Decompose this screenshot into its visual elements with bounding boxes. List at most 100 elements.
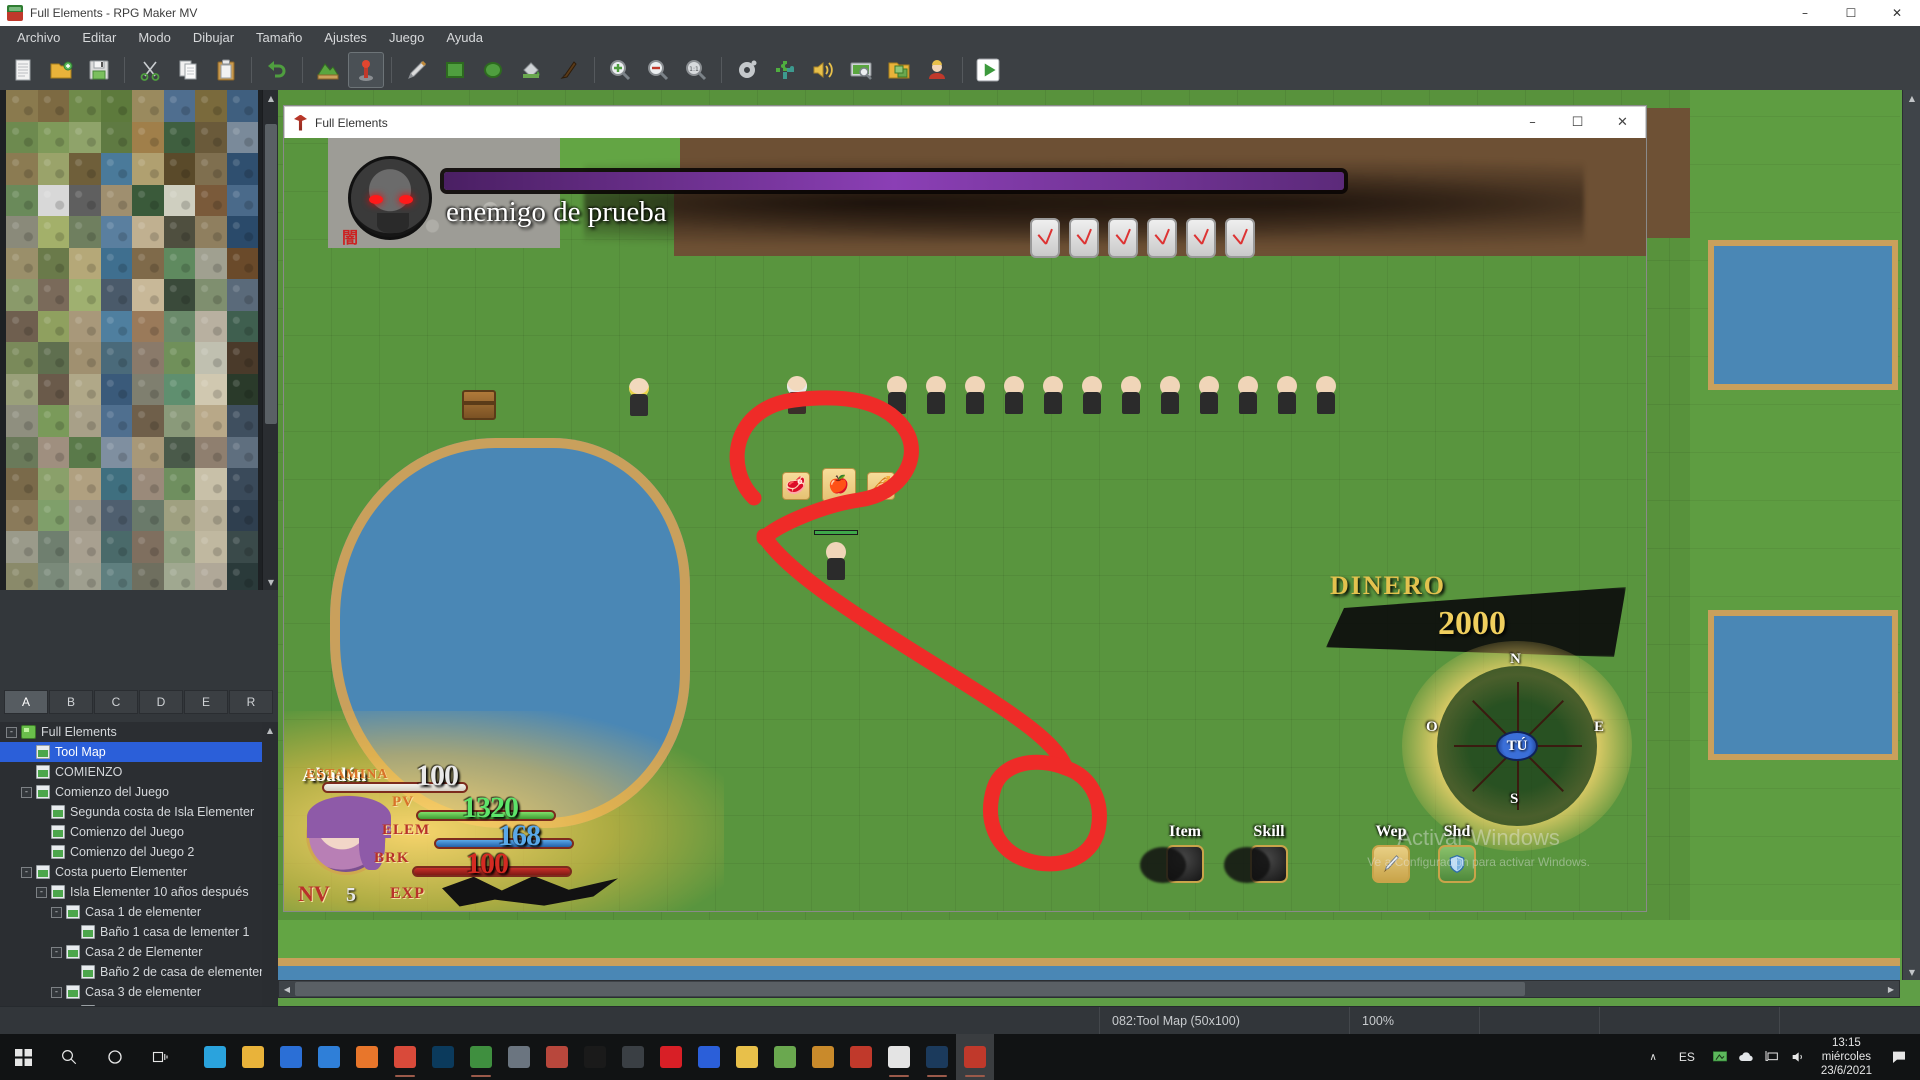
character-generator-icon[interactable]: [919, 52, 955, 88]
tileset-cell[interactable]: [69, 216, 101, 248]
enemy-field-sprite[interactable]: [1040, 376, 1066, 414]
tileset-cell[interactable]: [37, 90, 69, 122]
tileset-cell[interactable]: [163, 279, 195, 311]
tileset-cell[interactable]: [6, 121, 38, 153]
tileset-cell[interactable]: [195, 342, 227, 374]
photoshop-taskbar-icon[interactable]: [424, 1034, 462, 1080]
shadow-pen-icon[interactable]: [551, 52, 587, 88]
tileset-cell[interactable]: [100, 405, 132, 437]
tileset-cell[interactable]: [163, 405, 195, 437]
editor-scroll-up-icon[interactable]: ▲: [1903, 90, 1920, 106]
tileset-cell[interactable]: [163, 342, 195, 374]
tileset-cell[interactable]: [132, 153, 164, 185]
zoom-in-icon[interactable]: [602, 52, 638, 88]
tileset-palette[interactable]: ▲ ▼: [0, 90, 278, 590]
tileset-cell[interactable]: [195, 373, 227, 405]
cut-icon[interactable]: [132, 52, 168, 88]
tileset-cell[interactable]: [226, 310, 258, 342]
display-tray-icon[interactable]: [1759, 1034, 1785, 1080]
game-maximize-button[interactable]: ☐: [1555, 107, 1600, 138]
tileset-cell[interactable]: [69, 310, 101, 342]
game-playtest-window[interactable]: Full Elements – ☐ ✕ 闇 enemigo de prueba: [284, 106, 1646, 911]
enemy-field-sprite[interactable]: [884, 376, 910, 414]
menu-modo[interactable]: Modo: [127, 27, 182, 48]
tileset-cell[interactable]: [100, 153, 132, 185]
editor-vertical-scrollbar[interactable]: ▲ ▼: [1902, 90, 1920, 980]
playtest-icon[interactable]: [970, 52, 1006, 88]
tileset-tab-b[interactable]: B: [49, 690, 93, 714]
sound-test-icon[interactable]: [805, 52, 841, 88]
rocket-taskbar-icon[interactable]: [500, 1034, 538, 1080]
tileset-cell[interactable]: [69, 405, 101, 437]
tileset-cell[interactable]: [6, 153, 38, 185]
tileset-cell[interactable]: [163, 436, 195, 468]
network-tray-icon[interactable]: [1707, 1034, 1733, 1080]
map-mode-icon[interactable]: [310, 52, 346, 88]
tileset-tab-d[interactable]: D: [139, 690, 183, 714]
tileset-cell[interactable]: [69, 562, 101, 590]
editor-hscroll-thumb[interactable]: [295, 982, 1525, 996]
tileset-cell[interactable]: [37, 153, 69, 185]
new-project-icon[interactable]: [5, 52, 41, 88]
tileset-cell[interactable]: [195, 436, 227, 468]
tileset-cell[interactable]: [69, 342, 101, 374]
enemy-field-sprite[interactable]: [1157, 376, 1183, 414]
tileset-tab-a[interactable]: A: [4, 690, 48, 714]
tileset-cell[interactable]: [226, 342, 258, 374]
tree-toggle[interactable]: -: [36, 886, 47, 898]
notification-center-icon[interactable]: [1882, 1034, 1916, 1080]
tileset-cell[interactable]: [195, 562, 227, 590]
tileset-cell[interactable]: [163, 184, 195, 216]
tileset-cell[interactable]: [195, 499, 227, 531]
tileset-cell[interactable]: [37, 499, 69, 531]
tileset-cell[interactable]: [6, 184, 38, 216]
tileset-cell[interactable]: [195, 121, 227, 153]
player-sprite[interactable]: [823, 542, 849, 580]
skill-command-button[interactable]: Skill: [1224, 823, 1288, 883]
map-tree-item[interactable]: Baño 1 casa de lementer 1: [0, 922, 278, 942]
tileset-cell[interactable]: [163, 153, 195, 185]
save-project-icon[interactable]: [81, 52, 117, 88]
tileset-cell[interactable]: [163, 562, 195, 590]
tileset-cell[interactable]: [195, 279, 227, 311]
tileset-cell[interactable]: [69, 121, 101, 153]
enemy-field-sprite[interactable]: [962, 376, 988, 414]
tileset-cell[interactable]: [37, 279, 69, 311]
tileset-cell[interactable]: [69, 90, 101, 122]
menu-ajustes[interactable]: Ajustes: [313, 27, 378, 48]
editor-scroll-right-icon[interactable]: ▶: [1883, 981, 1899, 997]
tree-toggle[interactable]: -: [51, 986, 62, 998]
tileset-cell[interactable]: [226, 247, 258, 279]
tileset-cell[interactable]: [195, 310, 227, 342]
tileset-cell[interactable]: [132, 310, 164, 342]
tree-toggle[interactable]: -: [21, 866, 32, 878]
tileset-cell[interactable]: [132, 90, 164, 122]
map-tree-item[interactable]: Segunda costa de Isla Elementer: [0, 802, 278, 822]
tileset-cell[interactable]: [195, 184, 227, 216]
map-tree-item[interactable]: - Casa 2 de Elementer: [0, 942, 278, 962]
paste-icon[interactable]: [208, 52, 244, 88]
chrome-taskbar-icon[interactable]: [386, 1034, 424, 1080]
tileset-cell[interactable]: [6, 468, 38, 500]
map-tree-item[interactable]: Comienzo del Juego: [0, 822, 278, 842]
tileset-cell[interactable]: [37, 468, 69, 500]
rectangle-tool-icon[interactable]: [437, 52, 473, 88]
tileset-cell[interactable]: [69, 468, 101, 500]
tileset-tab-r[interactable]: R: [229, 690, 273, 714]
enemy-field-sprite[interactable]: [923, 376, 949, 414]
notepad-taskbar-icon[interactable]: [880, 1034, 918, 1080]
opera-taskbar-icon[interactable]: [842, 1034, 880, 1080]
tileset-cell[interactable]: [6, 90, 38, 122]
mail-taskbar-icon[interactable]: [310, 1034, 348, 1080]
tileset-cell[interactable]: [163, 499, 195, 531]
tileset-cell[interactable]: [163, 531, 195, 563]
tileset-cell[interactable]: [100, 373, 132, 405]
tileset-cell[interactable]: [69, 279, 101, 311]
tileset-cell[interactable]: [195, 153, 227, 185]
menu-juego[interactable]: Juego: [378, 27, 435, 48]
tileset-cell[interactable]: [6, 279, 38, 311]
tileset-cell[interactable]: [37, 121, 69, 153]
pencil-tool-icon[interactable]: [399, 52, 435, 88]
tileset-cell[interactable]: [195, 468, 227, 500]
edge-taskbar-icon[interactable]: [196, 1034, 234, 1080]
